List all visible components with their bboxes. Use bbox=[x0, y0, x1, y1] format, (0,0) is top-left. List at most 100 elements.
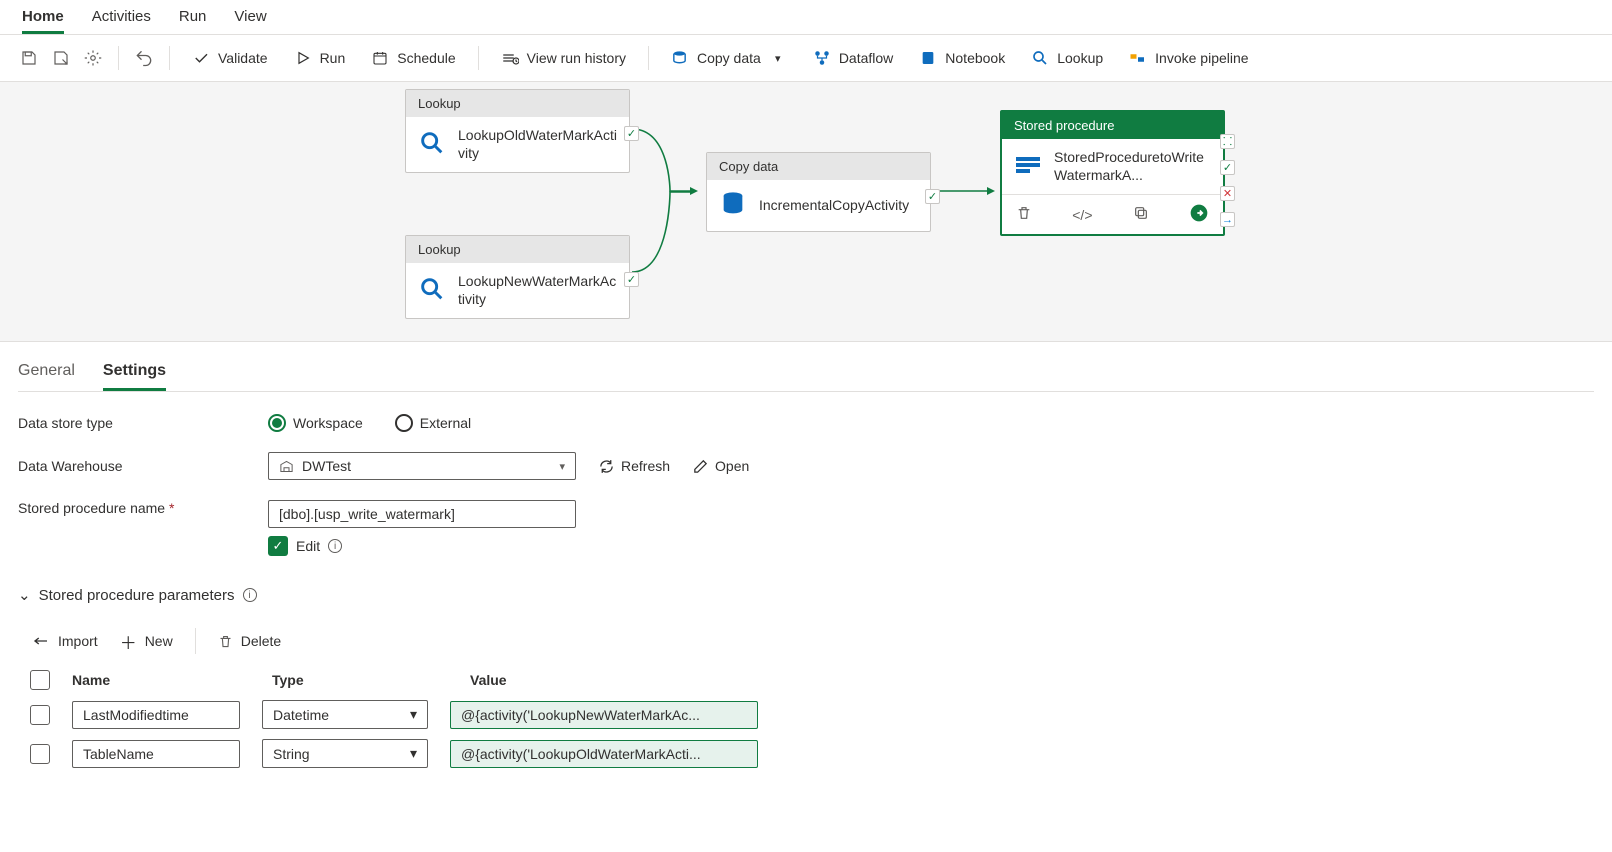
refresh-label: Refresh bbox=[621, 458, 670, 474]
run-activity-icon[interactable] bbox=[1189, 203, 1209, 226]
data-store-type-label: Data store type bbox=[18, 415, 268, 431]
col-header-value: Value bbox=[470, 672, 1594, 688]
sp-name-input[interactable]: [dbo].[usp_write_watermark] bbox=[268, 500, 576, 528]
activity-header: Copy data bbox=[707, 153, 930, 180]
dataflow-label: Dataflow bbox=[839, 50, 893, 66]
trash-icon bbox=[218, 634, 233, 649]
activity-copy-data[interactable]: Copy data IncrementalCopyActivity ✓ bbox=[706, 152, 931, 232]
activity-name: LookupNewWaterMarkActivity bbox=[458, 273, 617, 308]
lookup-button[interactable]: Lookup bbox=[1021, 45, 1113, 71]
data-warehouse-select[interactable]: DWTest ▾ bbox=[268, 452, 576, 480]
data-warehouse-label: Data Warehouse bbox=[18, 458, 268, 474]
panel-tab-general[interactable]: General bbox=[18, 354, 75, 391]
chevron-down-icon: ▾ bbox=[410, 706, 417, 723]
view-run-history-button[interactable]: View run history bbox=[491, 45, 636, 71]
pipeline-canvas[interactable]: Lookup LookupOldWaterMarkActivity ✓ Look… bbox=[0, 82, 1612, 342]
search-icon bbox=[1031, 49, 1049, 67]
status-completion-icon[interactable]: → bbox=[1220, 212, 1235, 227]
status-success-icon[interactable]: ✓ bbox=[925, 189, 940, 204]
refresh-button[interactable]: Refresh bbox=[598, 458, 670, 475]
copy-data-button[interactable]: Copy data ▾ bbox=[661, 45, 797, 71]
param-name-input[interactable]: LastModifiedtime bbox=[72, 701, 240, 729]
param-type-value: Datetime bbox=[273, 707, 329, 723]
radio-workspace-label: Workspace bbox=[293, 415, 363, 431]
run-button[interactable]: Run bbox=[284, 45, 356, 71]
pipeline-icon bbox=[1129, 49, 1147, 67]
status-failure-icon[interactable]: ✕ bbox=[1220, 186, 1235, 201]
delete-label: Delete bbox=[241, 633, 281, 649]
toolbar-separator bbox=[478, 46, 479, 70]
database-icon bbox=[719, 190, 747, 221]
radio-external[interactable]: External bbox=[395, 414, 471, 432]
save-as-icon[interactable] bbox=[48, 45, 74, 71]
import-button[interactable]: Import bbox=[32, 633, 98, 649]
param-actions-separator bbox=[195, 628, 196, 654]
data-warehouse-value: DWTest bbox=[302, 458, 351, 474]
open-label: Open bbox=[715, 458, 749, 474]
param-name-input[interactable]: TableName bbox=[72, 740, 240, 768]
activity-lookup-old[interactable]: Lookup LookupOldWaterMarkActivity ✓ bbox=[405, 89, 630, 173]
schedule-button[interactable]: Schedule bbox=[361, 45, 465, 71]
sp-params-section-toggle[interactable]: ⌄ Stored procedure parameters i bbox=[18, 586, 257, 604]
sp-name-value: [dbo].[usp_write_watermark] bbox=[279, 506, 455, 522]
import-label: Import bbox=[58, 633, 98, 649]
toolbar-separator bbox=[648, 46, 649, 70]
nav-tab-run[interactable]: Run bbox=[179, 8, 207, 34]
param-type-value: String bbox=[273, 746, 310, 762]
trash-icon[interactable] bbox=[1016, 205, 1032, 224]
select-all-checkbox[interactable] bbox=[30, 670, 50, 690]
warehouse-icon bbox=[279, 459, 294, 474]
notebook-icon bbox=[919, 49, 937, 67]
toolbar-separator bbox=[169, 46, 170, 70]
chevron-down-icon: ▾ bbox=[410, 745, 417, 762]
code-icon[interactable]: </> bbox=[1072, 207, 1092, 223]
edit-icon bbox=[692, 458, 709, 475]
col-header-name: Name bbox=[72, 672, 250, 688]
save-icon[interactable] bbox=[16, 45, 42, 71]
nav-tab-home[interactable]: Home bbox=[22, 8, 64, 34]
refresh-icon bbox=[598, 458, 615, 475]
search-icon bbox=[418, 129, 446, 160]
undo-icon[interactable] bbox=[131, 45, 157, 71]
param-row: LastModifiedtime Datetime ▾ @{activity('L… bbox=[30, 700, 1594, 729]
activity-lookup-new[interactable]: Lookup LookupNewWaterMarkActivity ✓ bbox=[405, 235, 630, 319]
calendar-icon bbox=[371, 49, 389, 67]
panel-tab-settings[interactable]: Settings bbox=[103, 354, 166, 391]
param-type-select[interactable]: String ▾ bbox=[262, 739, 428, 768]
edit-checkbox[interactable]: ✓ bbox=[268, 536, 288, 556]
toolbar-separator bbox=[118, 46, 119, 70]
chevron-down-icon: ▾ bbox=[769, 49, 787, 67]
copy-icon[interactable] bbox=[1133, 205, 1149, 224]
info-icon[interactable]: i bbox=[243, 588, 257, 602]
radio-workspace[interactable]: Workspace bbox=[268, 414, 363, 432]
nav-tab-activities[interactable]: Activities bbox=[92, 8, 151, 34]
status-success-icon[interactable]: ✓ bbox=[624, 126, 639, 141]
settings-icon[interactable] bbox=[80, 45, 106, 71]
status-success-icon[interactable]: ✓ bbox=[624, 272, 639, 287]
chevron-down-icon: ⌄ bbox=[18, 586, 31, 604]
row-checkbox[interactable] bbox=[30, 705, 50, 725]
import-icon bbox=[32, 635, 50, 647]
status-grip-icon[interactable]: ⸬ bbox=[1220, 134, 1235, 149]
activity-name: StoredProceduretoWriteWatermarkA... bbox=[1054, 149, 1211, 184]
param-value-input[interactable]: @{activity('LookupNewWaterMarkAc... bbox=[450, 701, 758, 729]
param-type-select[interactable]: Datetime ▾ bbox=[262, 700, 428, 729]
plus-icon: ＋ bbox=[120, 629, 137, 654]
open-button[interactable]: Open bbox=[692, 458, 749, 475]
activity-name: LookupOldWaterMarkActivity bbox=[458, 127, 617, 162]
row-checkbox[interactable] bbox=[30, 744, 50, 764]
invoke-pipeline-button[interactable]: Invoke pipeline bbox=[1119, 45, 1258, 71]
activity-stored-procedure[interactable]: Stored procedure StoredProceduretoWriteW… bbox=[1000, 110, 1225, 236]
status-success-icon[interactable]: ✓ bbox=[1220, 160, 1235, 175]
nav-tab-view[interactable]: View bbox=[234, 8, 266, 34]
check-icon bbox=[192, 49, 210, 67]
param-value-input[interactable]: @{activity('LookupOldWaterMarkActi... bbox=[450, 740, 758, 768]
new-button[interactable]: ＋ New bbox=[120, 629, 173, 654]
notebook-button[interactable]: Notebook bbox=[909, 45, 1015, 71]
dataflow-button[interactable]: Dataflow bbox=[803, 45, 903, 71]
delete-button[interactable]: Delete bbox=[218, 633, 281, 649]
lookup-label: Lookup bbox=[1057, 50, 1103, 66]
schedule-label: Schedule bbox=[397, 50, 455, 66]
validate-button[interactable]: Validate bbox=[182, 45, 278, 71]
info-icon[interactable]: i bbox=[328, 539, 342, 553]
